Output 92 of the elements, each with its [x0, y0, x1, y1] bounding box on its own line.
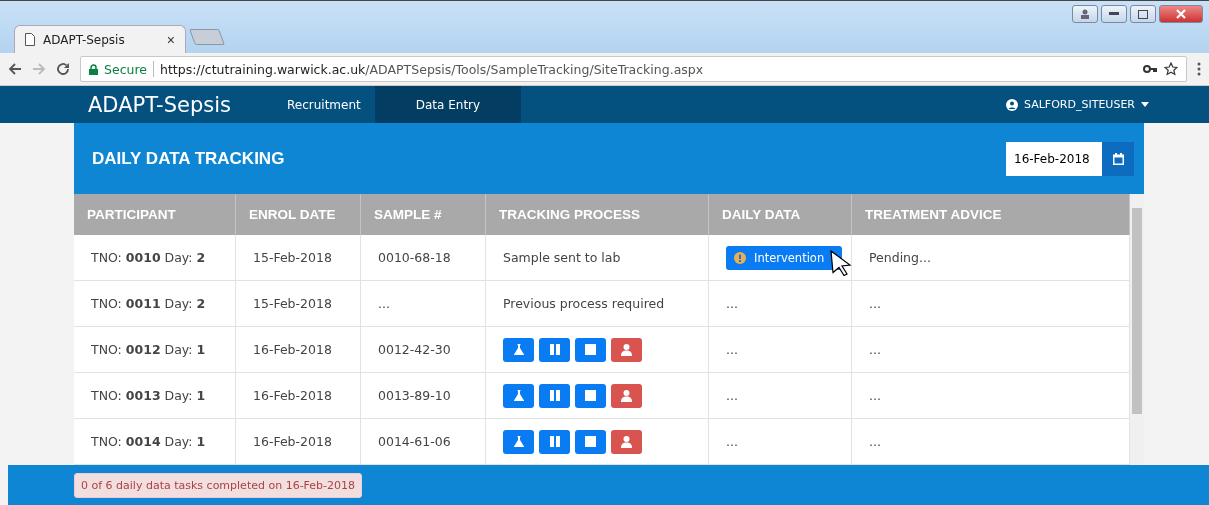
- panel-title: DAILY DATA TRACKING: [92, 148, 285, 169]
- maximize-button[interactable]: [1130, 5, 1156, 23]
- minimize-button[interactable]: [1101, 5, 1127, 23]
- cursor-icon: [830, 249, 853, 276]
- scrollbar[interactable]: [1130, 194, 1144, 465]
- tracking-cell: Previous process required: [503, 296, 665, 311]
- minimize-icon: [1109, 12, 1119, 16]
- column-header: DAILY DATA: [709, 194, 852, 235]
- participant-cell: TNO: 0010 Day: 2: [91, 250, 206, 265]
- browser-tab[interactable]: ADAPT-Sepsis ×: [14, 25, 186, 53]
- participant-cell: TNO: 0013 Day: 1: [91, 388, 206, 403]
- date-cell: 15-Feb-2018: [253, 296, 332, 311]
- sample-cell: 0013-89-10: [378, 388, 451, 403]
- nav-item[interactable]: Data Entry: [374, 86, 522, 123]
- participant-cell: TNO: 0011 Day: 2: [91, 296, 206, 311]
- pause-button[interactable]: [539, 337, 570, 362]
- person-icon: [621, 389, 632, 402]
- sample-button[interactable]: [503, 337, 534, 362]
- stop-icon: [585, 390, 596, 401]
- daily-data-cell: ...: [726, 388, 738, 403]
- tab-title: ADAPT-Sepsis: [43, 32, 126, 47]
- flask-icon: [513, 390, 524, 401]
- key-icon[interactable]: [1143, 65, 1158, 73]
- close-window-button[interactable]: [1159, 5, 1203, 23]
- stop-icon: [585, 344, 596, 355]
- sample-cell: 0012-42-30: [378, 342, 451, 357]
- status-message: 0 of 6 daily data tasks completed on 16-Feb-2018: [74, 472, 363, 498]
- clinician-button[interactable]: [611, 383, 642, 408]
- stop-button[interactable]: [575, 337, 606, 362]
- treatment-cell: ...: [869, 388, 881, 403]
- flask-icon: [513, 344, 524, 355]
- column-header: TREATMENT ADVICE: [852, 194, 1130, 235]
- column-header: TRACKING PROCESS: [486, 194, 709, 235]
- sample-cell: 0014-61-06: [378, 434, 451, 449]
- secure-label: Secure: [104, 61, 147, 77]
- stop-button[interactable]: [575, 429, 606, 454]
- person-icon: [621, 435, 632, 448]
- warning-icon: [734, 251, 746, 264]
- sample-button[interactable]: [503, 429, 534, 454]
- treatment-cell: Pending...: [869, 250, 931, 265]
- clinician-button[interactable]: [611, 429, 642, 454]
- treatment-cell: ...: [869, 296, 881, 311]
- person-icon: [1080, 9, 1090, 19]
- close-icon: [1176, 9, 1186, 19]
- pause-button[interactable]: [539, 383, 570, 408]
- pause-button[interactable]: [539, 429, 570, 454]
- sample-cell: 0010-68-18: [378, 250, 451, 265]
- treatment-cell: ...: [869, 342, 881, 357]
- date-cell: 16-Feb-2018: [253, 434, 332, 449]
- calendar-icon: [1112, 152, 1124, 165]
- date-cell: 16-Feb-2018: [253, 342, 332, 357]
- user-menu[interactable]: SALFORD_SITEUSER: [1006, 86, 1149, 123]
- back-button[interactable]: [8, 62, 22, 76]
- new-tab-button[interactable]: [189, 29, 225, 45]
- user-icon: [1006, 98, 1019, 111]
- date-field[interactable]: 16-Feb-2018: [1006, 141, 1102, 176]
- profile-button[interactable]: [1072, 5, 1098, 23]
- pause-icon: [549, 436, 560, 447]
- column-header: ENROL DATE: [236, 194, 361, 235]
- nav-item[interactable]: Recruitment: [273, 86, 375, 123]
- stop-button[interactable]: [575, 383, 606, 408]
- pause-icon: [549, 344, 560, 355]
- date-cell: 16-Feb-2018: [253, 388, 332, 403]
- daily-data-cell: ...: [726, 342, 738, 357]
- close-button[interactable]: ×: [166, 31, 175, 48]
- reload-button[interactable]: [56, 62, 70, 76]
- calendar-button[interactable]: [1102, 141, 1134, 176]
- menu-button[interactable]: [1197, 62, 1201, 76]
- date-cell: 15-Feb-2018: [253, 250, 332, 265]
- sample-cell: ...: [378, 296, 390, 311]
- brand-title: ADAPT-Sepsis: [88, 92, 231, 117]
- maximize-icon: [1138, 9, 1148, 19]
- flask-icon: [513, 436, 524, 447]
- star-icon[interactable]: [1164, 62, 1178, 76]
- stop-icon: [585, 436, 596, 447]
- treatment-cell: ...: [869, 434, 881, 449]
- participant-cell: TNO: 0012 Day: 1: [91, 342, 206, 357]
- page-icon: [25, 33, 35, 46]
- pause-icon: [549, 390, 560, 401]
- column-header: SAMPLE #: [361, 194, 486, 235]
- participant-cell: TNO: 0014 Day: 1: [91, 434, 206, 449]
- tracking-cell: Sample sent to lab: [503, 250, 621, 265]
- daily-data-cell: ...: [726, 296, 738, 311]
- clinician-button[interactable]: [611, 337, 642, 362]
- lock-icon: [89, 63, 98, 75]
- address-bar[interactable]: Secure https://ctutraining.warwick.ac.uk/ADAPTSepsis/Tools/SampleTracking/SiteTracking.aspx: [80, 56, 1187, 82]
- column-header: PARTICIPANT: [74, 194, 236, 235]
- sample-button[interactable]: [503, 383, 534, 408]
- person-icon: [621, 343, 632, 356]
- caret-icon: [1141, 102, 1149, 107]
- url-text: https://ctutraining.warwick.ac.uk/ADAPTSepsis/Tools/SampleTracking/SiteTracking.aspx: [160, 61, 705, 77]
- daily-data-cell: ...: [726, 434, 738, 449]
